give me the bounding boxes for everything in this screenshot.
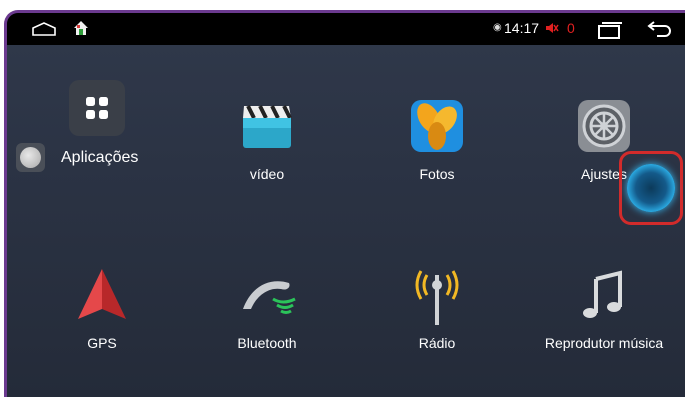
app-photos[interactable]: Fotos [362,96,512,182]
house-icon [73,20,89,41]
device-screen: ◉ 14:17 0 Aplicações vídeo Fotos Ajustes… [4,10,685,397]
assistant-orb-icon [627,164,675,212]
location-pin-icon: ◉ [493,22,502,33]
photos-petals-icon [407,96,467,156]
assistive-dot-icon [20,147,41,168]
floating-assistant-button[interactable] [619,151,683,225]
app-label: Reprodutor música [544,335,664,351]
app-bluetooth[interactable]: Bluetooth [192,265,342,351]
app-label: Bluetooth [237,335,297,351]
app-music-player[interactable]: Reprodutor música [529,265,679,351]
app-label: Fotos [419,166,455,182]
gps-arrow-icon [72,265,132,325]
grid-apps-icon [69,97,125,140]
bluetooth-phone-icon [237,265,297,325]
app-video[interactable]: vídeo [192,96,342,182]
radio-antenna-icon [407,265,467,325]
apps-button[interactable] [69,80,125,136]
assistive-touch-button[interactable] [16,143,45,172]
app-radio[interactable]: Rádio [362,265,512,351]
app-label: GPS [87,335,117,351]
recent-apps-icon[interactable] [597,21,623,44]
app-gps[interactable]: GPS [27,265,177,351]
status-bar: ◉ 14:17 0 [7,13,685,45]
settings-gear-icon [574,96,634,156]
speaker-muted-icon [545,21,559,40]
home-outline-icon[interactable] [32,22,56,41]
notification-count: 0 [567,20,575,36]
apps-button-label[interactable]: Aplicações [61,149,138,167]
back-arrow-icon[interactable] [647,20,673,43]
app-label: vídeo [249,166,285,182]
music-note-icon [574,265,634,325]
app-label: Rádio [418,335,456,351]
video-clapper-icon [237,96,297,156]
clock-time: 14:17 [504,20,540,36]
